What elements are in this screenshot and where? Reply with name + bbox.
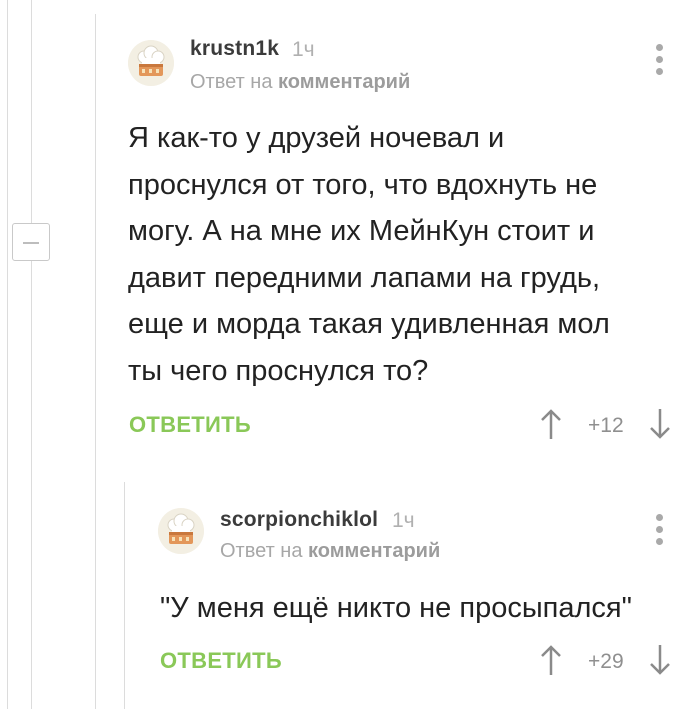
reply-to-label: Ответ на комментарий xyxy=(220,540,440,563)
comment-time: 1ч xyxy=(292,38,315,61)
arrow-down-icon[interactable] xyxy=(649,408,671,440)
comment-author[interactable]: scorpionchiklol xyxy=(220,508,378,532)
reply-to-prefix: Ответ на xyxy=(220,540,303,562)
arrow-down-icon[interactable] xyxy=(649,644,671,676)
comment-text: Я как-то у друзей ночевал и проснулся от… xyxy=(128,122,610,387)
avatar[interactable] xyxy=(128,40,174,86)
comment-reply: scorpionchiklol 1ч Ответ на комментарий … xyxy=(0,480,700,709)
reply-button[interactable]: ОТВЕТИТЬ xyxy=(129,412,251,438)
arrow-up-icon[interactable] xyxy=(540,408,562,440)
comment-time: 1ч xyxy=(392,509,415,532)
vertical-dots-icon[interactable] xyxy=(654,44,664,76)
comment-text: "У меня ещё никто не просыпался" xyxy=(160,592,632,624)
reply-button[interactable]: ОТВЕТИТЬ xyxy=(160,648,282,674)
comment-author[interactable]: krustn1k xyxy=(190,37,279,61)
chef-hat-cake-avatar-icon xyxy=(128,40,174,86)
reply-to-link[interactable]: комментарий xyxy=(278,71,410,93)
chef-hat-cake-avatar-icon xyxy=(158,508,204,554)
reply-to-prefix: Ответ на xyxy=(190,71,273,93)
reply-to-label: Ответ на комментарий xyxy=(190,71,410,94)
avatar[interactable] xyxy=(158,508,204,554)
arrow-up-icon[interactable] xyxy=(540,644,562,676)
comment-rating: +12 xyxy=(588,414,624,437)
comment: krustn1k 1ч Ответ на комментарий Я как-т… xyxy=(0,0,700,460)
comment-rating: +29 xyxy=(588,650,624,673)
vertical-dots-icon[interactable] xyxy=(654,514,664,546)
reply-to-link[interactable]: комментарий xyxy=(308,540,440,562)
